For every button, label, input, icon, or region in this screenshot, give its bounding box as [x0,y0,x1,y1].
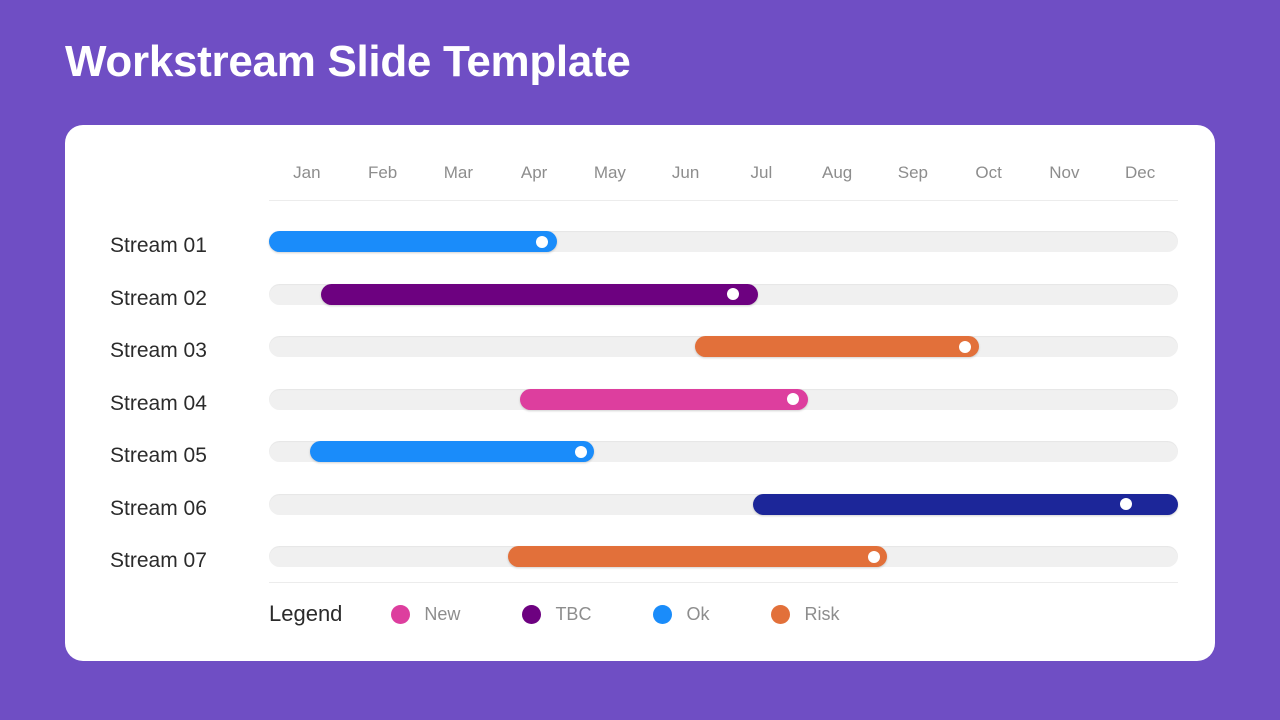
milestone-marker-7[interactable] [868,550,881,563]
milestone-marker-4[interactable] [786,393,799,405]
timeline-bar-5[interactable] [309,441,595,462]
legend-label: New [424,603,461,624]
legend-divider [269,582,1178,583]
legend-label: Risk [804,603,840,624]
workstream-row: Stream 07 [65,535,1215,588]
month-label-aug: Aug [822,163,853,182]
workstream-label-4: Stream 04 [110,391,207,415]
workstream-rows: Stream 01 Stream 02 Stream 03 Stream 04 Stre… [65,220,1215,588]
month-label-may: May [593,163,626,182]
legend: Legend New TBC Ok Risk [269,597,839,631]
workstream-label-6: Stream 06 [110,496,207,520]
legend-dot-icon [653,604,673,624]
timeline-bar-3[interactable] [695,336,979,357]
workstream-row: Stream 04 [65,378,1215,431]
timeline-bar-6[interactable] [752,493,1178,515]
month-label-dec: Dec [1125,163,1156,182]
workstream-label-5: Stream 05 [110,444,207,467]
workstream-row: Stream 03 [65,325,1215,378]
milestone-marker-5[interactable] [574,445,587,458]
timeline-track[interactable] [269,388,1178,410]
timeline-track[interactable] [269,336,1178,357]
milestone-marker-3[interactable] [959,340,972,353]
slide-canvas: Workstream Slide Template Jan Feb Mar Apr Ma… [0,0,1280,720]
milestone-marker-1[interactable] [535,235,548,248]
month-label-mar: Mar [443,163,474,182]
timeline-track[interactable] [269,546,1178,567]
timeline-bar-4[interactable] [519,388,809,410]
month-label-jul: Jul [750,163,773,182]
timeline-bar-1[interactable] [269,231,558,252]
timeline-track[interactable] [269,493,1178,515]
workstream-label-2: Stream 02 [110,286,207,310]
month-label-feb: Feb [367,163,398,182]
legend-item-ok[interactable]: Ok [653,604,709,625]
legend-label: Ok [686,603,710,624]
workstream-label-7: Stream 07 [110,549,207,572]
legend-item-risk[interactable]: Risk [771,604,839,625]
milestone-marker-2[interactable] [726,288,739,300]
legend-dot-icon [771,604,791,624]
workstream-row: Stream 01 [65,220,1215,273]
timeline-month-header: Jan Feb Mar Apr May Jun Jul Aug Sep Oct Nov Dec [269,158,1178,188]
workstream-label-1: Stream 01 [110,234,207,257]
workstream-row: Stream 06 [65,483,1215,536]
legend-dot-icon [522,604,542,624]
workstream-row: Stream 05 [65,430,1215,483]
timeline-track[interactable] [269,283,1178,305]
timeline-bar-2[interactable] [320,283,759,305]
legend-item-tbc[interactable]: TBC [522,604,591,625]
workstream-row: Stream 02 [65,273,1215,326]
month-label-nov: Nov [1049,163,1080,182]
month-label-jan: Jan [293,163,321,182]
timeline-track[interactable] [269,231,1178,252]
page-title: Workstream Slide Template [65,37,631,86]
timeline-track[interactable] [269,441,1178,462]
timeline-card: Jan Feb Mar Apr May Jun Jul Aug Sep Oct Nov Dec Str… [65,125,1215,661]
legend-title: Legend [269,601,343,626]
month-label-sep: Sep [897,163,928,182]
timeline-bar-7[interactable] [508,546,888,567]
header-divider [269,200,1178,201]
month-label-apr: Apr [520,163,548,182]
legend-label: TBC [555,603,592,624]
legend-dot-icon [391,604,411,624]
workstream-label-3: Stream 03 [110,339,207,362]
month-label-oct: Oct [975,163,1002,182]
month-label-jun: Jun [671,163,700,182]
legend-item-new[interactable]: New [391,604,460,625]
